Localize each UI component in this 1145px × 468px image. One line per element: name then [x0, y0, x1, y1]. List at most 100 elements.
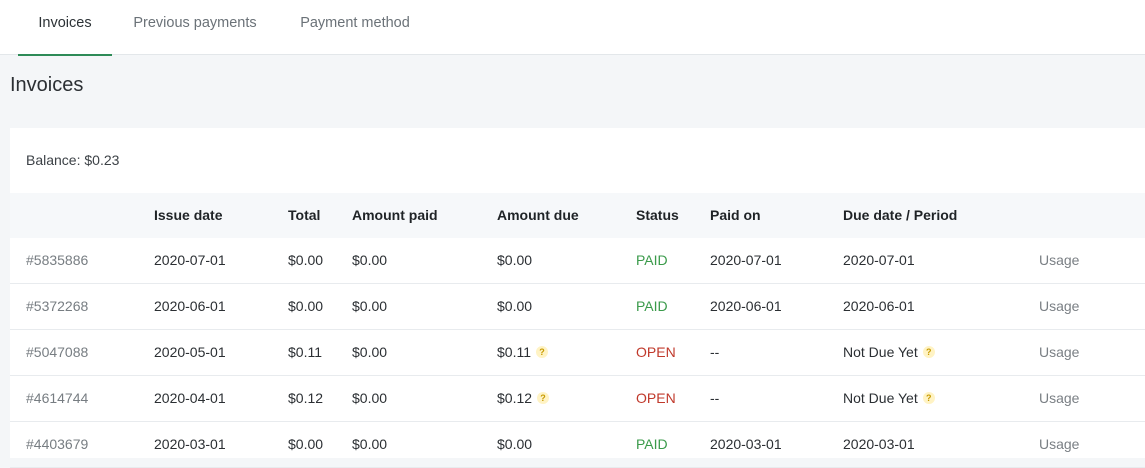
due-period-cell: Not Due Yet?: [843, 330, 935, 375]
total-cell-text: $0.00: [288, 298, 324, 314]
amount-paid-cell: $0.00: [352, 330, 387, 375]
amount-due-cell-text: $0.00: [497, 298, 533, 314]
invoice-link-text: #5372268: [26, 298, 89, 314]
help-icon[interactable]: ?: [536, 346, 548, 359]
usage-link-text: Usage: [1039, 390, 1080, 406]
balance-text: Balance: $0.23: [26, 152, 120, 168]
amount-due-cell-text: $0.00: [497, 252, 533, 268]
amount-due-cell: $0.00: [497, 238, 532, 283]
total-cell-text: $0.12: [288, 390, 324, 406]
paid-on-cell-text: 2020-06-01: [710, 298, 782, 314]
status-cell-text: OPEN: [636, 390, 676, 406]
amount-paid-cell-text: $0.00: [352, 390, 388, 406]
amount-paid-cell-text: $0.00: [352, 436, 388, 452]
usage-link[interactable]: Usage: [1039, 238, 1079, 283]
amount-paid-cell: $0.00: [352, 284, 387, 329]
usage-link[interactable]: Usage: [1039, 422, 1079, 467]
status-cell: PAID: [636, 238, 668, 283]
header-amount-paid: Amount paid: [352, 207, 438, 223]
table-row: #4403679 2020-03-01 $0.00 $0.00 $0.00 PAID 202…: [10, 422, 1145, 468]
invoice-link[interactable]: #5835886: [26, 238, 88, 283]
header-issue-date: Issue date: [154, 207, 223, 223]
issue-date-cell-text: 2020-05-01: [154, 344, 226, 360]
due-period-cell: 2020-03-01: [843, 422, 915, 467]
total-cell: $0.11: [288, 330, 322, 375]
usage-link-text: Usage: [1039, 344, 1080, 360]
help-icon[interactable]: ?: [537, 392, 550, 405]
amount-paid-cell-text: $0.00: [352, 252, 388, 268]
due-period-cell: Not Due Yet?: [843, 376, 935, 421]
table-row: #5372268 2020-06-01 $0.00 $0.00 $0.00 PAID 202…: [10, 284, 1145, 330]
issue-date-cell: 2020-07-01: [154, 238, 226, 283]
amount-due-cell: $0.12?: [497, 376, 550, 421]
usage-link-text: Usage: [1039, 298, 1080, 314]
issue-date-cell: 2020-06-01: [154, 284, 226, 329]
status-cell: PAID: [636, 284, 668, 329]
paid-on-cell: --: [710, 376, 719, 421]
status-cell-text: PAID: [636, 252, 668, 268]
tab-bar: Invoices Previous payments Payment metho…: [0, 0, 1145, 56]
invoice-link-text: #4403679: [26, 436, 89, 452]
usage-link-text: Usage: [1039, 252, 1080, 268]
paid-on-cell-text: 2020-03-01: [710, 436, 782, 452]
status-cell-text: OPEN: [636, 344, 676, 360]
usage-link[interactable]: Usage: [1039, 284, 1079, 329]
invoice-link-text: #5047088: [26, 344, 89, 360]
usage-link[interactable]: Usage: [1039, 330, 1079, 375]
issue-date-cell-text: 2020-07-01: [154, 252, 226, 268]
help-icon[interactable]: ?: [922, 346, 935, 359]
amount-due-cell: $0.11?: [497, 330, 548, 375]
paid-on-cell-text: --: [710, 344, 720, 360]
amount-paid-cell: $0.00: [352, 422, 387, 467]
due-period-cell: 2020-07-01: [843, 238, 915, 283]
total-cell: $0.00: [288, 422, 323, 467]
invoice-link[interactable]: #5047088: [26, 330, 88, 375]
status-cell: PAID: [636, 422, 668, 467]
issue-date-cell-text: 2020-03-01: [154, 436, 226, 452]
due-period-cell-text: Not Due Yet: [843, 390, 918, 406]
header-paid-on: Paid on: [710, 207, 761, 223]
amount-due-cell: $0.00: [497, 284, 532, 329]
tab-invoices[interactable]: Invoices: [18, 0, 112, 56]
invoices-card: Balance: $0.23 Issue date Total Amount p…: [10, 128, 1145, 468]
usage-link-text: Usage: [1039, 436, 1080, 452]
paid-on-cell: --: [710, 330, 719, 375]
status-cell-text: PAID: [636, 436, 668, 452]
invoice-link[interactable]: #4403679: [26, 422, 88, 467]
header-status: Status: [636, 207, 679, 223]
header-due-period: Due date / Period: [843, 207, 958, 223]
due-period-cell-text: Not Due Yet: [843, 344, 918, 360]
issue-date-cell: 2020-04-01: [154, 376, 226, 421]
amount-due-cell: $0.00: [497, 422, 532, 467]
amount-paid-cell: $0.00: [352, 238, 387, 283]
header-total: Total: [288, 207, 321, 223]
total-cell: $0.00: [288, 238, 323, 283]
invoice-link-text: #5835886: [26, 252, 89, 268]
due-period-cell-text: 2020-07-01: [843, 252, 915, 268]
table-row: #5047088 2020-05-01 $0.11 $0.00 $0.11? OPEN --…: [10, 330, 1145, 376]
total-cell: $0.00: [288, 284, 323, 329]
amount-paid-cell-text: $0.00: [352, 298, 388, 314]
invoice-link[interactable]: #4614744: [26, 376, 88, 421]
issue-date-cell-text: 2020-06-01: [154, 298, 226, 314]
issue-date-cell: 2020-03-01: [154, 422, 226, 467]
tab-payment-method[interactable]: Payment method: [286, 0, 424, 55]
total-cell-text: $0.11: [288, 344, 322, 360]
header-amount-due: Amount due: [497, 207, 579, 223]
status-cell: OPEN: [636, 376, 676, 421]
due-period-cell-text: 2020-06-01: [843, 298, 915, 314]
usage-link[interactable]: Usage: [1039, 376, 1079, 421]
amount-due-cell-text: $0.12: [497, 390, 533, 406]
table-row: #5835886 2020-07-01 $0.00 $0.00 $0.00 PAID 202…: [10, 238, 1145, 284]
table-header: Issue date Total Amount paid Amount due …: [10, 193, 1145, 238]
paid-on-cell-text: --: [710, 390, 720, 406]
amount-due-cell-text: $0.00: [497, 436, 533, 452]
due-period-cell: 2020-06-01: [843, 284, 915, 329]
invoice-link[interactable]: #5372268: [26, 284, 88, 329]
amount-paid-cell-text: $0.00: [352, 344, 388, 360]
help-icon[interactable]: ?: [922, 392, 935, 405]
total-cell: $0.12: [288, 376, 323, 421]
tab-previous-payments[interactable]: Previous payments: [120, 0, 270, 55]
paid-on-cell: 2020-07-01: [710, 238, 782, 283]
total-cell-text: $0.00: [288, 252, 324, 268]
